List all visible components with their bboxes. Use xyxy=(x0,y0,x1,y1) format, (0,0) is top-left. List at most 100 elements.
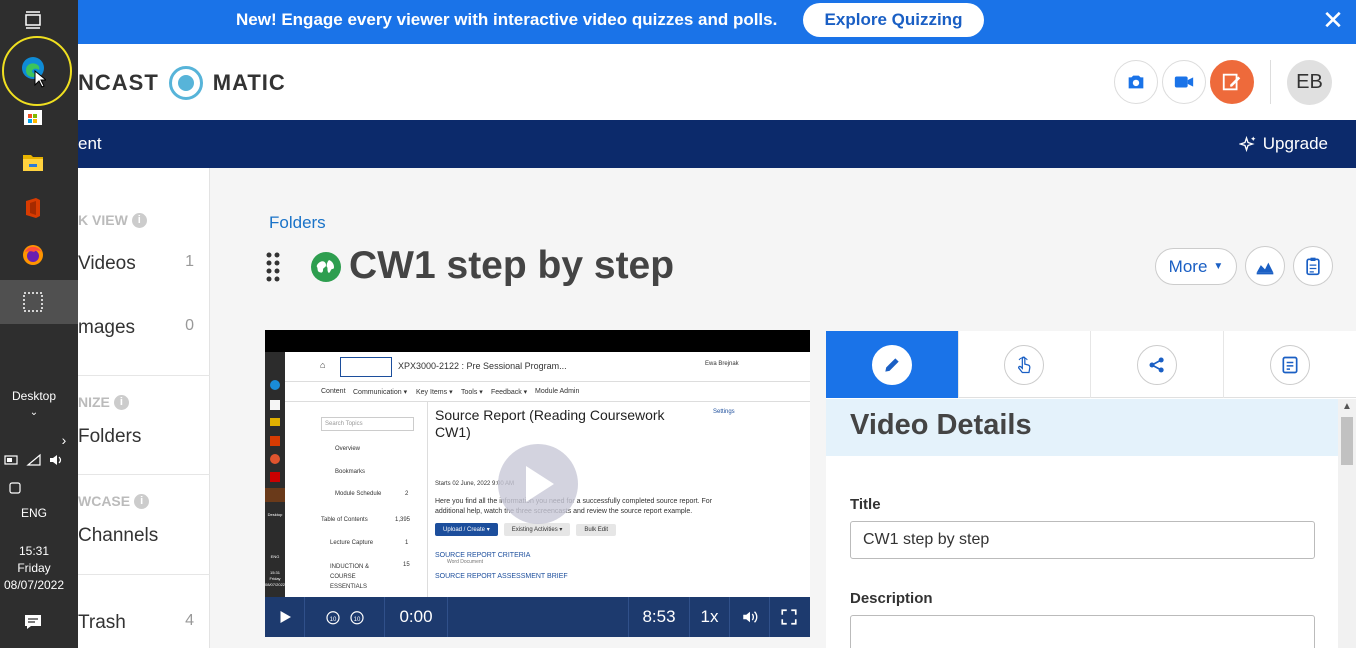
scroll-thumb[interactable] xyxy=(1341,417,1353,465)
explore-quizzing-button[interactable]: Explore Quizzing xyxy=(803,3,984,37)
firefox-icon[interactable] xyxy=(21,243,45,267)
touch-hand-icon xyxy=(1018,356,1031,373)
chevron-right-icon[interactable]: › xyxy=(52,428,76,452)
frame-item: SOURCE REPORT CRITERIA xyxy=(435,552,531,559)
upgrade-button[interactable]: Upgrade xyxy=(1238,134,1328,154)
sidebar-item-trash[interactable]: Trash 4 xyxy=(78,612,194,634)
meet-icon[interactable] xyxy=(4,476,28,500)
share-icon-wrap xyxy=(1136,344,1177,385)
home-icon: ⌂ xyxy=(320,360,326,370)
play-button[interactable] xyxy=(265,597,305,637)
section-label: NIZE xyxy=(78,394,110,410)
frame-taskbar: Desktop ENG 15:31 Friday 08/07/2022 xyxy=(265,352,285,597)
chevron-down-icon[interactable]: ⌄ xyxy=(0,407,68,418)
camera-icon xyxy=(1128,75,1144,89)
tab-interactions[interactable] xyxy=(959,331,1091,398)
tab-notes[interactable] xyxy=(1224,331,1356,398)
snipping-tool-icon[interactable] xyxy=(21,290,45,314)
sidebar-item-label: Videos xyxy=(78,253,136,274)
more-button[interactable]: More ▼ xyxy=(1155,248,1237,285)
frame-desc: Here you find all the information you ne… xyxy=(435,498,713,515)
sidebar-item-images[interactable]: mages 0 xyxy=(78,317,194,339)
frame-left-item: Bookmarks xyxy=(335,469,366,475)
frame-menu: Content Communication ▾ Key Items ▾ Tool… xyxy=(285,382,810,402)
speed-button[interactable]: 1x xyxy=(690,597,730,637)
panel-scrollbar[interactable]: ▲ xyxy=(1338,399,1356,648)
frame-day: Friday xyxy=(269,576,281,581)
frame-heading: Source Report (Reading Coursework CW1) xyxy=(435,407,665,440)
file-explorer-icon[interactable] xyxy=(21,150,45,174)
sidebar: K VIEW i Videos 1 mages 0 NIZE i Folders… xyxy=(78,168,210,648)
clock-day[interactable]: Friday xyxy=(0,561,68,575)
clipboard-icon xyxy=(1306,257,1320,276)
drag-handle-icon[interactable] xyxy=(266,252,280,282)
wifi-icon[interactable] xyxy=(26,453,42,467)
nav-item-content[interactable]: ent xyxy=(78,134,102,154)
sidebar-item-videos[interactable]: Videos 1 xyxy=(78,253,194,275)
frame-header: ⌂ XPX3000-2122 : Pre Sessional Program..… xyxy=(285,352,810,382)
notes-icon xyxy=(1282,356,1298,373)
frame-left-item: Module Schedule xyxy=(335,491,382,497)
description-input[interactable] xyxy=(850,615,1315,648)
info-icon[interactable]: i xyxy=(113,394,129,410)
caret-down-icon: ▼ xyxy=(1213,261,1224,272)
forward-10-icon[interactable]: 10 xyxy=(348,608,366,626)
breadcrumb[interactable]: Folders xyxy=(269,213,326,233)
frame-left-item: Overview xyxy=(335,446,361,452)
tab-details[interactable] xyxy=(826,331,959,398)
frame-menu-4: Tools ▾ xyxy=(461,389,483,396)
clock-time[interactable]: 15:31 xyxy=(0,544,68,558)
title-input[interactable]: CW1 step by step xyxy=(850,521,1315,559)
frame-bulk-button: Bulk Edit xyxy=(576,524,617,536)
app-header: NCAST MATIC EB xyxy=(78,44,1356,120)
close-banner-icon[interactable]: ✕ xyxy=(1320,7,1346,33)
task-view-icon[interactable] xyxy=(21,8,45,32)
office-icon[interactable] xyxy=(21,196,45,220)
play-icon xyxy=(526,466,554,502)
scroll-up-icon[interactable]: ▲ xyxy=(1342,401,1352,412)
video-camera-icon xyxy=(1174,76,1194,88)
frame-left-count: 2 xyxy=(405,491,409,497)
play-overlay-button[interactable] xyxy=(498,444,578,524)
sidebar-section-view: K VIEW i xyxy=(78,212,147,228)
tab-share[interactable] xyxy=(1091,331,1224,398)
frame-date: 08/07/2022 xyxy=(265,582,286,587)
edit-pencil-icon xyxy=(1222,73,1241,91)
logo[interactable]: NCAST MATIC xyxy=(78,66,286,100)
analytics-button[interactable] xyxy=(1245,246,1285,286)
sidebar-item-channels[interactable]: Channels xyxy=(78,525,194,547)
clock-date[interactable]: 08/07/2022 xyxy=(0,578,68,592)
battery-icon[interactable] xyxy=(4,453,20,467)
sidebar-item-folders[interactable]: Folders xyxy=(78,426,194,448)
play-icon xyxy=(280,611,291,623)
screenshot-button[interactable] xyxy=(1114,60,1158,104)
notes-icon-wrap xyxy=(1269,344,1310,385)
svg-text:10: 10 xyxy=(329,617,336,623)
pencil-icon-wrap xyxy=(871,344,912,385)
details-panel: Video Details Title CW1 step by step Des… xyxy=(826,331,1356,648)
notifications-icon[interactable] xyxy=(21,610,45,634)
volume-button[interactable] xyxy=(730,597,770,637)
sidebar-item-label: Channels xyxy=(78,525,159,546)
section-label: WCASE xyxy=(78,493,131,509)
fullscreen-button[interactable] xyxy=(770,597,808,637)
divider xyxy=(78,574,210,575)
hand-icon-wrap xyxy=(1004,344,1045,385)
info-icon[interactable]: i xyxy=(134,493,150,509)
speaker-icon[interactable] xyxy=(48,453,64,467)
frame-left-count: 1,395 xyxy=(395,517,411,523)
video-player[interactable]: Desktop ENG 15:31 Friday 08/07/2022 ⌂ XP… xyxy=(265,330,810,637)
info-icon[interactable]: i xyxy=(131,212,147,228)
record-button[interactable] xyxy=(1162,60,1206,104)
avatar[interactable]: EB xyxy=(1287,60,1332,105)
rewind-10-icon[interactable]: 10 xyxy=(324,608,342,626)
description-label: Description xyxy=(850,590,933,607)
desktop-label[interactable]: Desktop xyxy=(0,389,68,403)
divider xyxy=(78,474,210,475)
store-icon[interactable] xyxy=(21,104,45,128)
language-indicator[interactable]: ENG xyxy=(0,506,68,520)
edit-button[interactable] xyxy=(1210,60,1254,104)
mouse-cursor-icon xyxy=(34,70,46,88)
svg-text:10: 10 xyxy=(353,617,360,623)
clipboard-button[interactable] xyxy=(1293,246,1333,286)
